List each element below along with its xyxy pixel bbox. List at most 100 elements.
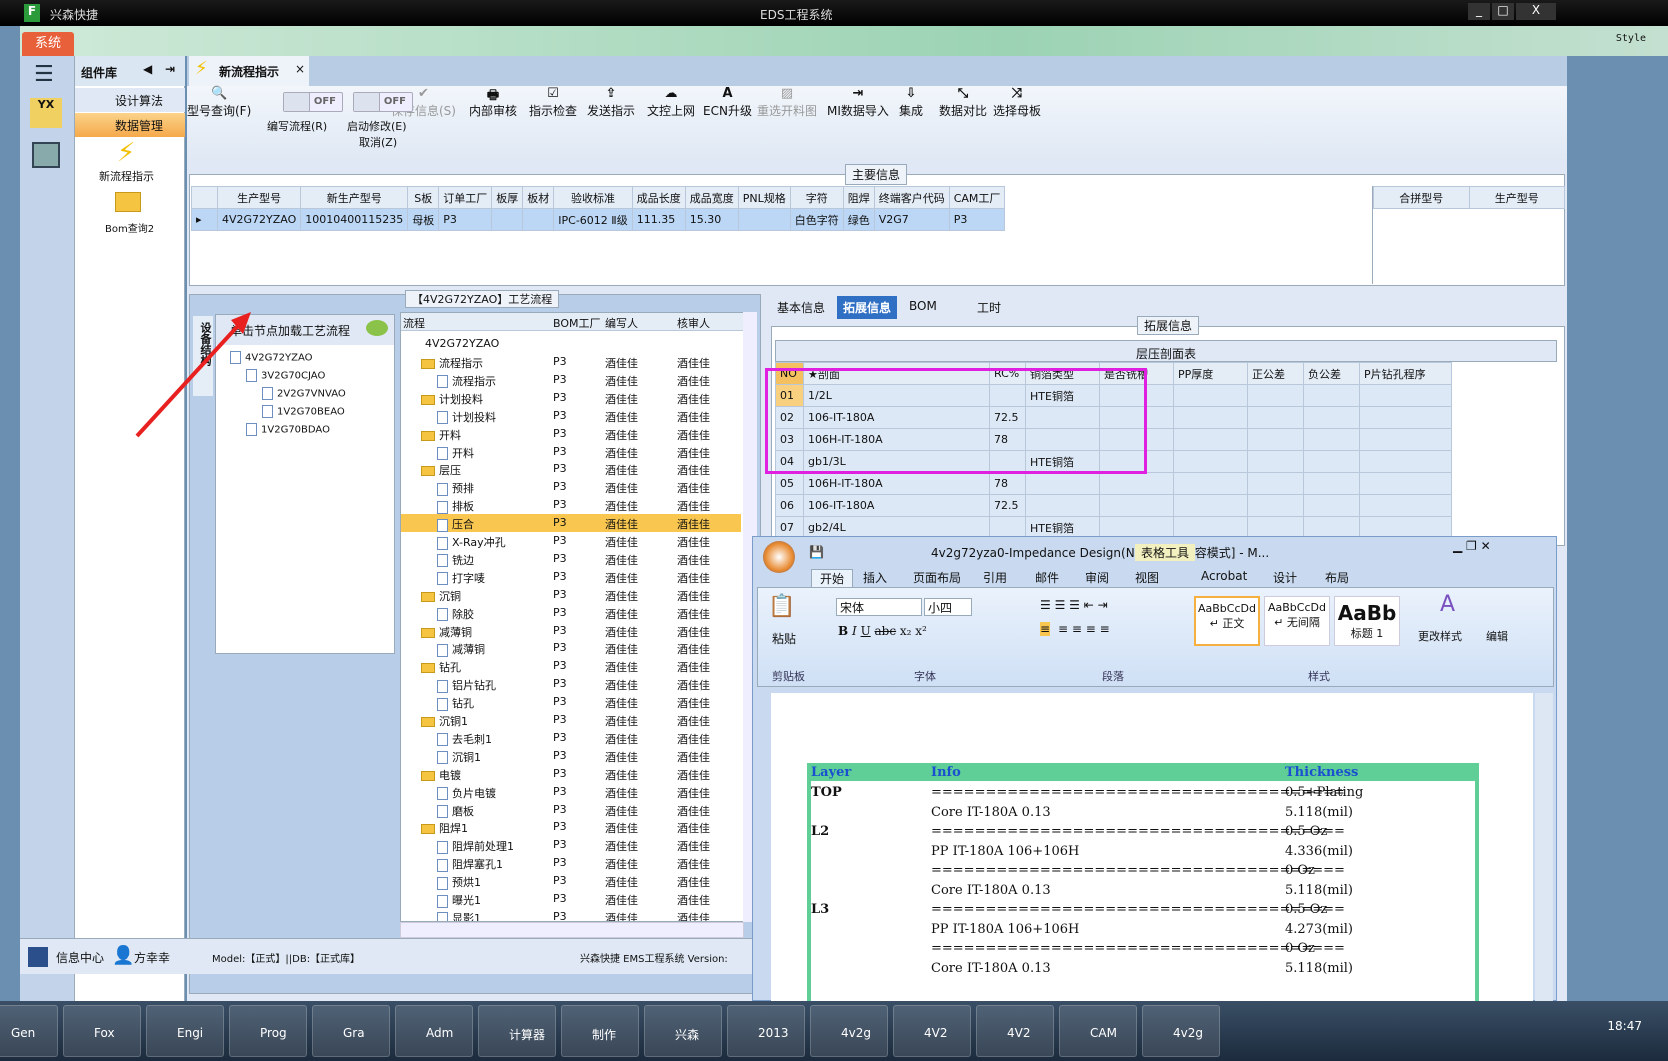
process-row[interactable]: 铣边 P3 酒佳佳 酒佳佳 [401, 550, 741, 568]
process-row[interactable]: 压合 P3 酒佳佳 酒佳佳 [401, 514, 741, 533]
word-tab[interactable]: 开始 [811, 569, 854, 587]
paste-icon[interactable]: 📋 [768, 594, 795, 619]
process-row[interactable]: 沉铜 P3 酒佳佳 酒佳佳 [401, 586, 741, 604]
process-row[interactable]: 阻焊塞孔1 P3 酒佳佳 酒佳佳 [401, 854, 741, 872]
column-header[interactable]: PP厚度 [1173, 362, 1248, 385]
process-row[interactable]: 显影1 P3 酒佳佳 酒佳佳 [401, 908, 741, 921]
column-header[interactable]: 负公差 [1303, 362, 1360, 385]
taskbar-item[interactable]: 4v2g [810, 1005, 888, 1057]
table-row[interactable]: 06 106-IT-180A 72.5 [775, 494, 1452, 517]
column-header[interactable]: 终端客户代码 [873, 186, 950, 209]
process-row[interactable]: 曝光1 P3 酒佳佳 酒佳佳 [401, 890, 741, 908]
align-left-icon[interactable]: ≡ [1040, 622, 1051, 636]
process-row[interactable]: 阻焊前处理1 P3 酒佳佳 酒佳佳 [401, 836, 741, 854]
process-row[interactable]: 钻孔 P3 酒佳佳 酒佳佳 [401, 693, 741, 711]
column-header[interactable]: 订单工厂 [438, 186, 493, 209]
system-tab[interactable]: 系统 [22, 32, 74, 56]
column-header[interactable]: 字符 [789, 186, 844, 209]
taskbar-item[interactable]: Gen [0, 1005, 58, 1057]
process-row[interactable]: 计划投料 P3 酒佳佳 酒佳佳 [401, 389, 741, 407]
toolbar-button-font[interactable]: A ECN升级 [703, 86, 752, 119]
toolbar-button-upload[interactable]: ⇪ 发送指示 [587, 86, 635, 119]
word-tab[interactable]: 设计 [1273, 569, 1297, 586]
word-tab[interactable]: 审阅 [1085, 569, 1109, 586]
process-row[interactable]: 负片电镀 P3 酒佳佳 酒佳佳 [401, 783, 741, 801]
process-row[interactable]: X-Ray冲孔 P3 酒佳佳 酒佳佳 [401, 532, 741, 550]
horizontal-scrollbar[interactable] [400, 922, 744, 938]
close-tab-icon[interactable]: × [295, 62, 305, 76]
process-row[interactable]: 钻孔 P3 酒佳佳 酒佳佳 [401, 657, 741, 675]
taskbar-item[interactable]: Prog [229, 1005, 307, 1057]
word-window-controls[interactable]: ▁ ❐ ✕ [1453, 539, 1553, 557]
menu-icon[interactable]: ☰ [34, 62, 54, 87]
toolbar-button-compress[interactable]: ⤡ 数据对比 [939, 86, 987, 119]
taskbar-item[interactable]: Adm [395, 1005, 473, 1057]
save-icon[interactable]: 💾 [809, 545, 824, 559]
taskbar-item[interactable]: 4V2 [893, 1005, 971, 1057]
calculator-icon[interactable] [32, 142, 60, 168]
start-modify-toggle[interactable]: OFF [353, 92, 413, 112]
toolbar-button-shuffle[interactable]: ⤨ 选择母板 [993, 86, 1041, 119]
new-flow-label[interactable]: 新流程指示 [99, 168, 154, 184]
column-header[interactable]: PNL规格 [737, 186, 791, 209]
taskbar-item[interactable]: 4v2g [1142, 1005, 1220, 1057]
column-header[interactable]: 生产型号 [216, 186, 302, 209]
style-gallery-item[interactable]: AaBbCcDd ↵ 正文 [1194, 596, 1260, 646]
column-header[interactable]: 板厚 [491, 186, 524, 209]
size-select[interactable]: 小四 [924, 598, 972, 616]
bom-query-label[interactable]: Bom查询2 [105, 220, 154, 235]
font-select[interactable]: 宋体 [836, 598, 922, 616]
process-row[interactable]: 去毛刺1 P3 酒佳佳 酒佳佳 [401, 729, 741, 747]
toolbar-button-download[interactable]: ⇩ 集成 [899, 86, 923, 119]
info-center[interactable]: 信息中心 [56, 949, 104, 966]
tab-new-flow[interactable]: ⚡ 新流程指示 × [189, 56, 309, 86]
style-gallery-item[interactable]: AaBbCcDd ↵ 无间隔 [1264, 596, 1330, 646]
tree-root[interactable]: 4V2G72YZAO [401, 335, 741, 353]
style-menu[interactable]: Style [1616, 33, 1646, 44]
change-style-button[interactable]: 更改样式 [1418, 628, 1462, 644]
maximize-button[interactable]: □ [1492, 3, 1514, 20]
folder-icon[interactable] [115, 192, 141, 212]
process-row[interactable]: 计划投料 P3 酒佳佳 酒佳佳 [401, 407, 741, 425]
table-row[interactable]: 05 106H-IT-180A 78 [775, 472, 1452, 495]
toolbar-button-search[interactable]: 🔍 型号查询(F) [187, 86, 251, 119]
toolbar-button-import[interactable]: ⇥ MI数据导入 [827, 86, 889, 119]
toolbar-button-cloud[interactable]: ☁ 文控上网 [647, 86, 695, 119]
process-row[interactable]: 层压 P3 酒佳佳 酒佳佳 [401, 460, 741, 478]
column-header[interactable]: S板 [407, 186, 440, 209]
process-row[interactable]: 除胶 P3 酒佳佳 酒佳佳 [401, 604, 741, 622]
edit-button[interactable]: 编辑 [1486, 628, 1508, 644]
document-page[interactable]: Layer Info Thickness TOP ================… [771, 693, 1533, 1001]
process-row[interactable]: 预排 P3 酒佳佳 酒佳佳 [401, 478, 741, 496]
pin-icon[interactable]: ⇥ [165, 62, 175, 76]
lightning-icon[interactable]: ⚡ [117, 138, 135, 168]
component-item-data[interactable]: 数据管理 [75, 113, 185, 137]
word-tab[interactable]: 视图 [1135, 569, 1159, 586]
taskbar-item[interactable]: 兴森 [644, 1005, 722, 1057]
column-header[interactable]: CAM工厂 [948, 186, 1006, 209]
process-row[interactable]: 电镀 P3 酒佳佳 酒佳佳 [401, 765, 741, 783]
process-row[interactable]: 打字唛 P3 酒佳佳 酒佳佳 [401, 568, 741, 586]
align-icons[interactable]: ≡ ≡ ≡ ≡ [1058, 622, 1110, 636]
word-tab[interactable]: 邮件 [1035, 569, 1059, 586]
toolbar-button-print[interactable]: 🖶 内部审核 [469, 86, 517, 119]
factory-icon[interactable]: YX [30, 98, 62, 128]
word-tab[interactable]: 插入 [863, 569, 887, 586]
process-row[interactable]: 排板 P3 酒佳佳 酒佳佳 [401, 496, 741, 514]
column-header[interactable]: 阻焊 [842, 186, 875, 209]
structure-node[interactable]: 2V2G7VNVAO [262, 387, 346, 400]
structure-node[interactable]: 1V2G70BEAO [262, 405, 345, 418]
word-tab[interactable]: 页面布局 [913, 569, 961, 586]
close-button[interactable]: X [1516, 3, 1556, 20]
column-header[interactable]: P片钻孔程序 [1359, 362, 1452, 385]
toolbar-button-checkbox[interactable]: ☑ 指示检查 [529, 86, 577, 119]
process-row[interactable]: 减薄铜 P3 酒佳佳 酒佳佳 [401, 622, 741, 640]
column-header[interactable]: 验收标准 [553, 186, 633, 209]
process-row[interactable]: 减薄铜 P3 酒佳佳 酒佳佳 [401, 639, 741, 657]
word-tab[interactable]: 引用 [983, 569, 1007, 586]
taskbar-item[interactable]: Fox [63, 1005, 141, 1057]
toolbar-button-image[interactable]: ▨ 重选开料图 [757, 86, 817, 119]
collapse-left-icon[interactable]: ◀ [143, 62, 152, 76]
list-icons[interactable]: ☰ ☰ ☰ ⇤ ⇥ [1040, 598, 1108, 612]
process-row[interactable]: 沉铜1 P3 酒佳佳 酒佳佳 [401, 711, 741, 729]
